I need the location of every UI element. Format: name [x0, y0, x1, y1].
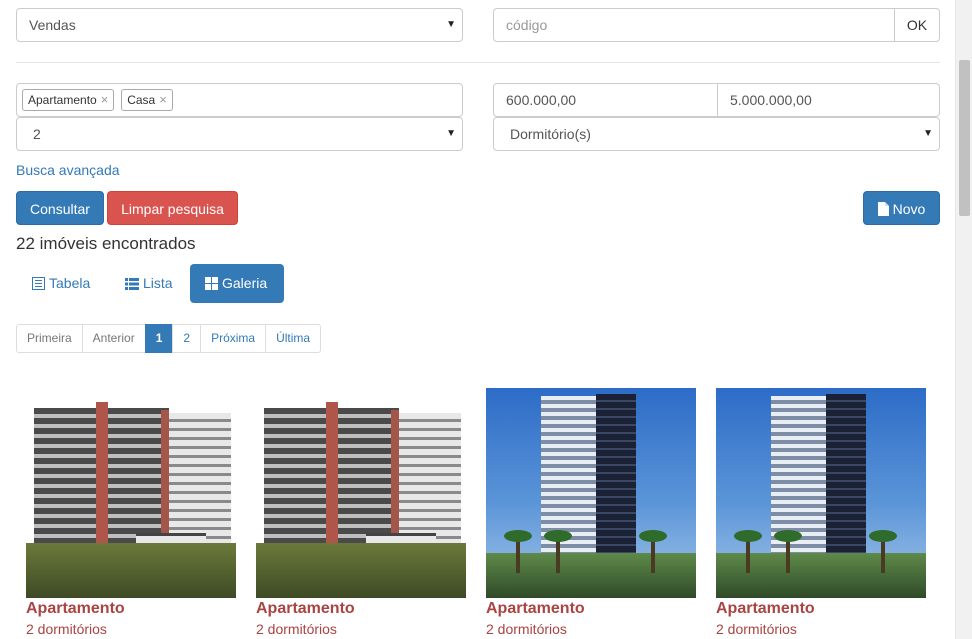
chevron-down-icon: ▼ — [446, 19, 456, 30]
tag-label: Apartamento — [28, 93, 97, 107]
page-first[interactable]: Primeira — [16, 324, 83, 353]
property-card[interactable]: Apartamento 2 dormitórios — [486, 388, 696, 637]
advanced-search-link[interactable]: Busca avançada — [16, 162, 120, 178]
property-title[interactable]: Apartamento — [26, 600, 236, 618]
page-1[interactable]: 1 — [144, 324, 174, 353]
close-icon[interactable]: × — [159, 92, 167, 107]
property-rooms: 2 dormitórios — [26, 621, 107, 637]
property-title[interactable]: Apartamento — [256, 600, 466, 618]
close-icon[interactable]: × — [101, 92, 109, 107]
rooms-select-value: Dormitório(s) — [510, 126, 591, 142]
quantity-select-value: 2 — [33, 126, 41, 142]
results-count: 22 imóveis encontrados — [16, 234, 196, 253]
file-icon — [877, 194, 889, 228]
chevron-down-icon: ▼ — [446, 128, 456, 139]
code-ok-button[interactable]: OK — [894, 8, 940, 42]
category-select[interactable]: Vendas ▼ — [16, 8, 463, 42]
property-card[interactable]: Apartamento 2 dormitórios — [716, 388, 926, 637]
tab-list-label: Lista — [143, 275, 173, 291]
divider — [16, 62, 940, 63]
tab-table[interactable]: Tabela — [17, 264, 105, 303]
property-title[interactable]: Apartamento — [716, 600, 926, 618]
page-previous[interactable]: Anterior — [81, 324, 146, 353]
tag-casa: Casa × — [121, 89, 173, 111]
category-select-value: Vendas — [29, 17, 76, 33]
quantity-select[interactable]: 2 ▼ — [16, 117, 463, 151]
grid-icon — [205, 266, 218, 305]
tag-apartamento: Apartamento × — [22, 89, 115, 111]
code-input-placeholder: código — [506, 17, 548, 33]
property-rooms: 2 dormitórios — [486, 621, 567, 637]
price-max-input[interactable]: 5.000.000,00 — [717, 83, 940, 117]
property-photo[interactable] — [256, 388, 466, 598]
new-button[interactable]: Novo — [863, 191, 940, 225]
page-2[interactable]: 2 — [172, 324, 202, 353]
list-icon — [125, 266, 139, 305]
rooms-select[interactable]: Dormitório(s) ▼ — [493, 117, 940, 151]
chevron-down-icon: ▼ — [923, 128, 933, 139]
search-button[interactable]: Consultar — [16, 191, 104, 225]
property-rooms: 2 dormitórios — [716, 621, 797, 637]
new-button-label: Novo — [892, 201, 926, 217]
page-scrollbar[interactable] — [955, 0, 972, 639]
property-card[interactable]: Apartamento 2 dormitórios — [256, 388, 466, 637]
scrollbar-thumb[interactable] — [959, 60, 970, 216]
table-icon — [32, 266, 45, 305]
property-photo[interactable] — [26, 388, 236, 598]
pagination: Primeira Anterior 1 2 Próxima Última — [16, 324, 322, 353]
tab-list[interactable]: Lista — [110, 264, 188, 303]
property-card[interactable]: Apartamento 2 dormitórios — [26, 388, 236, 637]
property-photo[interactable] — [716, 388, 926, 598]
tab-gallery-label: Galeria — [222, 275, 268, 291]
clear-search-button[interactable]: Limpar pesquisa — [107, 191, 238, 225]
price-min-input[interactable]: 600.000,00 — [493, 83, 718, 117]
property-rooms: 2 dormitórios — [256, 621, 337, 637]
tag-label: Casa — [127, 93, 156, 107]
page-last[interactable]: Última — [265, 324, 322, 353]
tab-gallery[interactable]: Galeria — [190, 264, 284, 303]
property-type-multiselect[interactable]: Apartamento × Casa × — [16, 83, 463, 117]
property-title[interactable]: Apartamento — [486, 600, 696, 618]
code-input[interactable]: código — [493, 8, 895, 42]
property-photo[interactable] — [486, 388, 696, 598]
page-next[interactable]: Próxima — [200, 324, 267, 353]
tab-table-label: Tabela — [49, 275, 91, 291]
